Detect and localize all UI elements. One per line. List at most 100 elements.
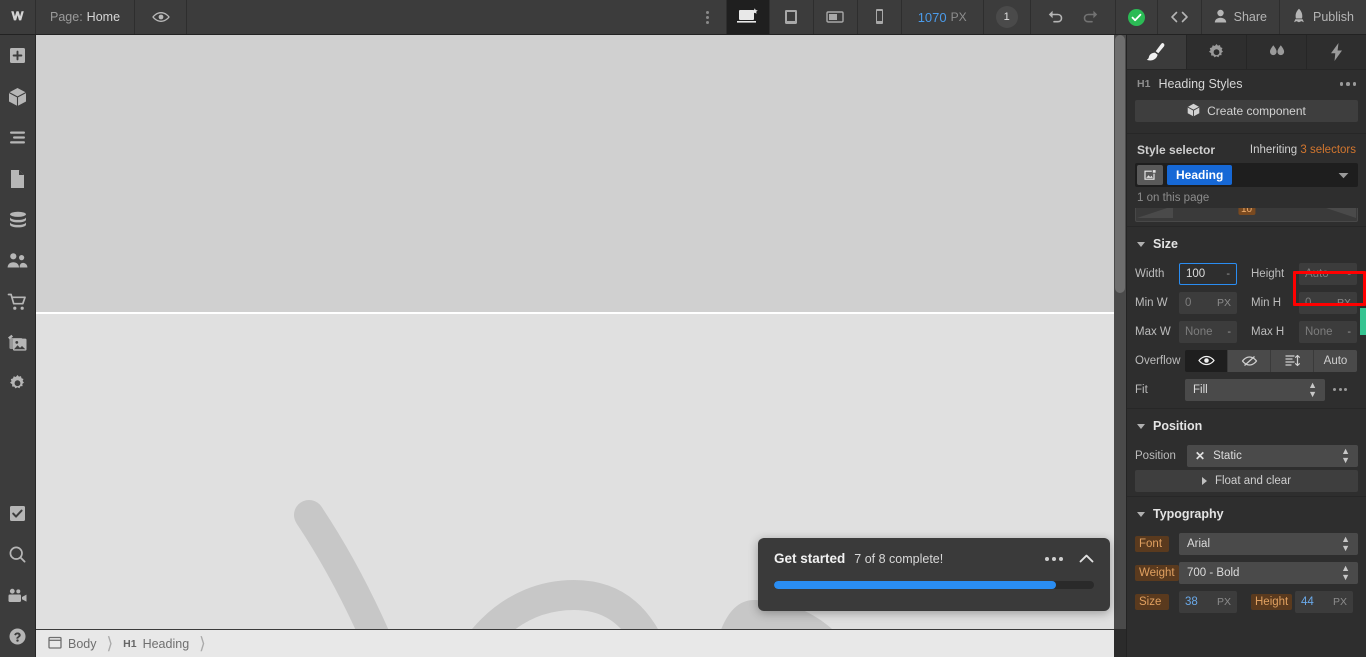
section-header-typography[interactable]: Typography [1127, 496, 1366, 529]
select-stepper-icon: ▲ ▼ [1341, 445, 1350, 465]
chevron-down-icon[interactable] [1338, 168, 1349, 182]
chevron-right-icon [1201, 477, 1207, 485]
overflow-auto-option[interactable]: Auto [1314, 349, 1357, 372]
breadcrumb-separator-icon: ⟩ [106, 633, 114, 653]
min-width-unit[interactable]: PX [1217, 297, 1231, 309]
preview-toggle[interactable] [135, 0, 188, 34]
sidebar-item-audit[interactable] [0, 493, 36, 534]
line-height-input[interactable]: 44 PX [1295, 590, 1353, 613]
overflow-hidden-option[interactable] [1228, 349, 1271, 372]
green-callout-marker [1360, 308, 1366, 335]
min-height-unit[interactable]: PX [1337, 297, 1351, 309]
max-width-label: Max W [1135, 325, 1171, 338]
element-title: Heading Styles [1158, 77, 1243, 91]
sidebar-item-help[interactable] [0, 616, 36, 657]
sidebar-item-assets[interactable] [0, 322, 36, 363]
save-status[interactable] [1114, 0, 1157, 34]
selector-class-chip[interactable]: Heading [1167, 165, 1233, 185]
spacing-widget-clipped[interactable]: 10 [1135, 208, 1358, 222]
code-brackets-icon[interactable] [1156, 0, 1201, 34]
breadcrumb-item-heading[interactable]: H1 Heading [123, 637, 199, 651]
float-and-clear-toggle[interactable]: Float and clear [1135, 470, 1358, 492]
canvas-vertical-scrollbar[interactable] [1114, 35, 1126, 629]
device-tablet[interactable] [770, 0, 814, 34]
max-height-stepper[interactable]: - [1347, 326, 1351, 338]
device-tablet-landscape[interactable] [814, 0, 858, 34]
tab-style[interactable] [1127, 35, 1187, 69]
max-width-stepper[interactable]: - [1227, 326, 1231, 338]
undo-icon[interactable] [1047, 9, 1064, 26]
min-height-label: Min H [1251, 296, 1282, 309]
create-component-label: Create component [1207, 104, 1306, 118]
sidebar-item-pages[interactable] [0, 158, 36, 199]
device-mobile[interactable] [858, 0, 902, 34]
sidebar-item-video-tutorials[interactable] [0, 575, 36, 616]
sidebar-item-components[interactable] [0, 76, 36, 117]
width-label: Width [1135, 267, 1165, 280]
more-horizontal-icon[interactable] [1339, 82, 1356, 86]
get-started-toast[interactable]: Get started 7 of 8 complete! [758, 538, 1110, 611]
toolbar-right-group: 1 Share Publish [982, 0, 1366, 34]
width-value: 100 [1186, 267, 1206, 280]
breadcrumb-separator-icon: ⟩ [199, 633, 206, 653]
sidebar-item-ecommerce[interactable] [0, 281, 36, 322]
min-width-input[interactable]: 0 PX [1179, 291, 1237, 314]
section-header-size[interactable]: Size [1127, 226, 1366, 259]
share-button[interactable]: Share [1200, 0, 1279, 34]
line-height-unit[interactable]: PX [1333, 596, 1347, 608]
scrollbar-thumb[interactable] [1115, 35, 1125, 293]
tab-interactions[interactable] [1247, 35, 1307, 69]
more-horizontal-icon[interactable] [1045, 556, 1063, 561]
selector-input[interactable]: Heading [1135, 163, 1358, 187]
publish-button[interactable]: Publish [1279, 0, 1366, 34]
sidebar-item-cms[interactable] [0, 199, 36, 240]
viewport-width-display[interactable]: 1070 PX [902, 0, 983, 34]
more-vertical-icon[interactable] [690, 0, 726, 34]
overflow-visible-option[interactable] [1185, 349, 1228, 372]
collaborators[interactable]: 1 [982, 0, 1030, 34]
breadcrumb-item-body[interactable]: Body [48, 636, 107, 652]
overflow-scroll-option[interactable] [1271, 349, 1314, 372]
viewport-unit: PX [950, 10, 967, 24]
sidebar-item-settings[interactable] [0, 363, 36, 404]
sidebar-item-add-elements[interactable] [0, 35, 36, 76]
position-select[interactable]: ✕ Static ▲ ▼ [1187, 444, 1358, 467]
sidebar-item-navigator[interactable] [0, 117, 36, 158]
x-icon[interactable]: ✕ [1195, 449, 1205, 463]
page-selector[interactable]: Page: Home [36, 0, 136, 34]
sidebar-item-search[interactable] [0, 534, 36, 575]
fit-value: Fill [1193, 383, 1208, 396]
font-size-unit[interactable]: PX [1217, 596, 1231, 608]
height-input[interactable]: Auto - [1299, 262, 1357, 285]
cube-icon [1187, 103, 1200, 120]
breadcrumb-label: Heading [142, 636, 190, 651]
element-tag-icon[interactable] [1137, 165, 1163, 185]
width-stepper[interactable]: - [1226, 268, 1230, 280]
min-height-input[interactable]: 0 PX [1299, 291, 1357, 314]
webflow-logo-icon[interactable] [0, 0, 36, 34]
viewport-value: 1070 [917, 9, 947, 25]
canvas-section-divider [36, 312, 1114, 314]
tab-settings[interactable] [1187, 35, 1247, 69]
chevron-up-icon[interactable] [1079, 552, 1094, 566]
section-header-position[interactable]: Position [1127, 408, 1366, 441]
max-height-input[interactable]: None - [1299, 320, 1357, 343]
inheriting-info[interactable]: Inheriting 3 selectors [1250, 144, 1356, 156]
width-input[interactable]: 100 - [1179, 262, 1237, 285]
breadcrumb-label: Body [68, 636, 97, 651]
max-width-input[interactable]: None - [1179, 320, 1237, 343]
tab-effects[interactable] [1307, 35, 1366, 69]
position-label: Position [1135, 449, 1176, 462]
font-size-input[interactable]: 38 PX [1179, 590, 1237, 613]
fit-more-icon[interactable] [1333, 388, 1347, 391]
create-component-button[interactable]: Create component [1135, 100, 1358, 122]
publish-label: Publish [1313, 10, 1354, 24]
redo-icon[interactable] [1082, 9, 1099, 26]
fit-select[interactable]: Fill ▲ ▼ [1185, 378, 1325, 401]
sidebar-item-users[interactable] [0, 240, 36, 281]
font-select[interactable]: Arial ▲ ▼ [1179, 532, 1358, 555]
height-stepper[interactable]: - [1347, 268, 1351, 280]
device-desktop[interactable] [725, 0, 770, 34]
weight-select[interactable]: 700 - Bold ▲ ▼ [1179, 561, 1358, 584]
webflow-designer: Page: Home 1070 PX 1 Share Publish Get s… [0, 0, 1366, 657]
